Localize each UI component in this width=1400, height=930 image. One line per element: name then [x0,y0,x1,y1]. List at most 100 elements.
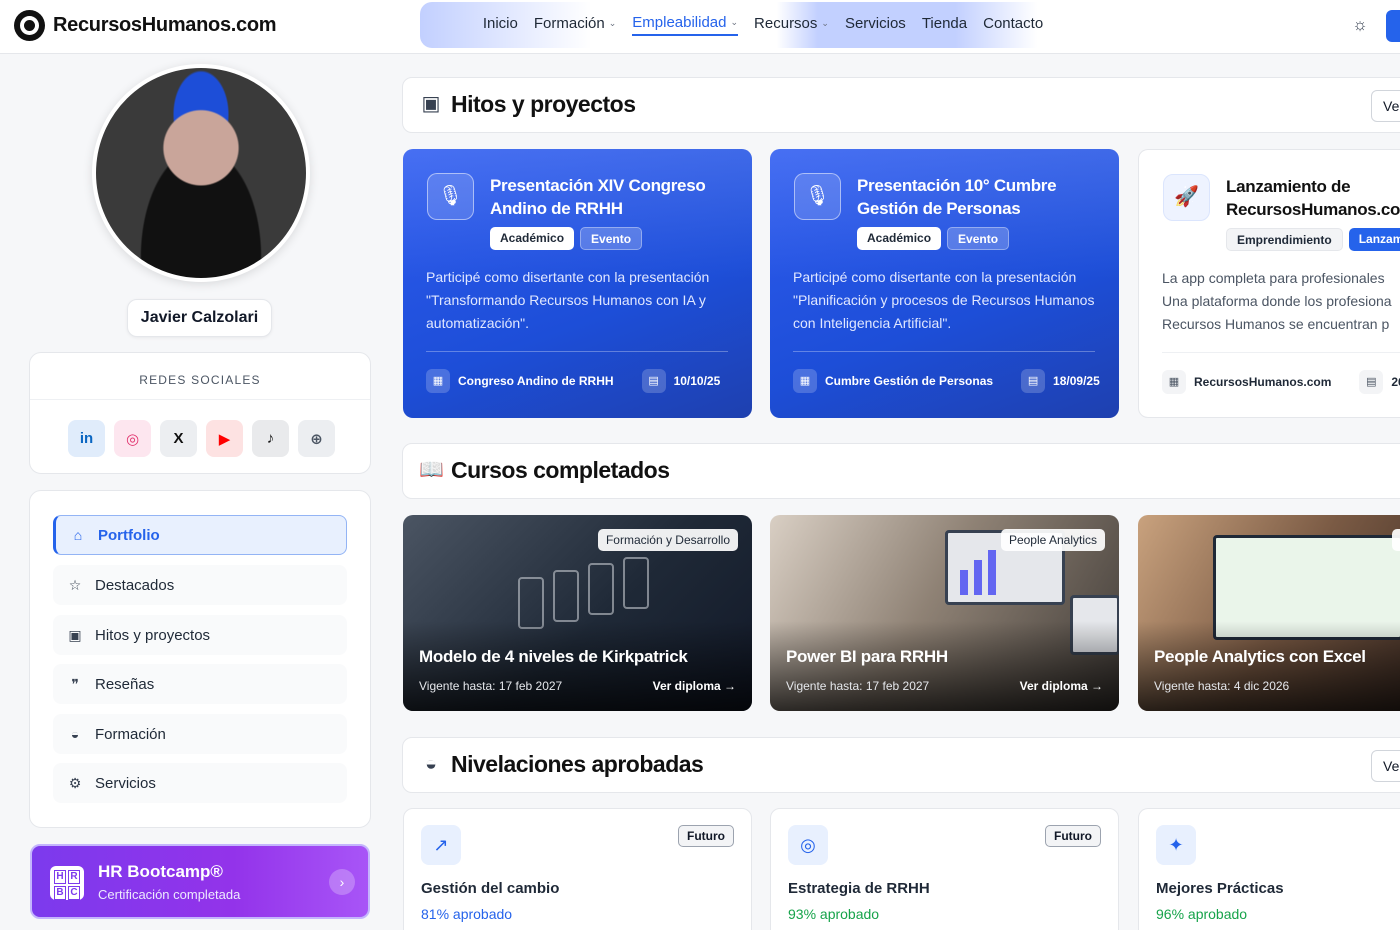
graduation-cap-icon: ◒ [424,753,438,775]
chevron-right-icon[interactable]: › [329,869,355,895]
level-card[interactable]: ✦ Mejores Prácticas 96% aprobado [1138,808,1400,930]
milestone-title: Presentación XIV Congreso Andino de RRHH [490,176,706,218]
logo-letter: B [54,886,66,900]
view-diploma-link[interactable]: Ver diploma → [1020,679,1103,693]
hr-bootcamp-banner[interactable]: H R B C HR Bootcamp® Certificación compl… [30,844,370,919]
bootcamp-logo-icon: H R B C [50,866,84,900]
social-title: REDES SOCIALES [139,373,261,387]
microphone-icon: 🎙 [427,173,474,220]
menu-label: Reseñas [95,675,155,693]
milestone-date: 10/10/25 [673,374,721,388]
view-diploma-link[interactable]: Ver diploma → [653,679,736,693]
building-icon: ▦ [793,369,817,393]
header-cta-button[interactable] [1386,10,1400,42]
menu-label: Hitos y proyectos [95,626,211,644]
milestone-tags: Emprendimiento Lanzam [1226,228,1400,251]
globe-icon[interactable]: ⊕ [298,420,335,457]
menu-item-resenas[interactable]: ❞ Reseñas [53,664,347,704]
sparkles-icon: ✦ [1156,825,1196,865]
linkedin-icon[interactable]: in [68,420,105,457]
social-links: in ◎ X ▶ ♪ ⊕ [68,420,335,457]
menu-item-hitos[interactable]: ▣ Hitos y proyectos [53,615,347,655]
divider [30,399,370,400]
top-header: RecursosHumanos.com Inicio Formación ⌄ Em… [0,0,1400,54]
milestone-description: Participé como disertante con la present… [793,269,1095,331]
nav-label: Empleabilidad [632,14,727,31]
section-header-cursos: 📖 Cursos completados [402,443,1400,499]
level-score: 93% aprobado [788,906,880,922]
nav-contacto[interactable]: Contacto [983,15,1043,35]
brand-name: RecursosHumanos.com [53,14,277,36]
menu-item-destacados[interactable]: ☆ Destacados [53,565,347,605]
milestone-date: 26/ [1391,375,1400,389]
youtube-icon[interactable]: ▶ [206,420,243,457]
milestone-footer: ▦ Cumbre Gestión de Personas ▤ 18/09/25 [793,369,1100,393]
menu-label: Destacados [95,576,175,594]
nav-formacion[interactable]: Formación ⌄ [534,15,616,35]
menu-item-portfolio[interactable]: ⌂ Portfolio [53,515,347,555]
level-card[interactable]: ↗ Futuro Gestión del cambio 81% aprobado [403,808,752,930]
milestone-card[interactable]: 🎙 Presentación 10° Cumbre Gestión de Per… [770,149,1119,418]
nav-empleabilidad[interactable]: Empleabilidad ⌄ [632,14,739,36]
checklist-illustration [518,577,544,629]
quote-icon: ❞ [71,675,79,692]
menu-item-formacion[interactable]: ◒ Formación [53,714,347,754]
section-header-nivelaciones: ◒ Nivelaciones aprobadas Ve [402,737,1400,793]
menu-item-servicios[interactable]: ⚙ Servicios [53,763,347,803]
course-card[interactable]: People Analytics Power BI para RRHH Vige… [770,515,1119,711]
calendar-icon: ▤ [1359,370,1384,394]
nav-label: Recursos [754,15,818,32]
nav-tienda[interactable]: Tienda [922,15,967,35]
chart-bar-illustration [988,550,996,595]
logo-mark-icon [14,10,45,41]
nav-label: Servicios [844,15,906,32]
course-card[interactable]: Peop People Analytics con Excel Vigente … [1138,515,1400,711]
instagram-icon[interactable]: ◎ [114,420,151,457]
description-line: Recursos Humanos se encuentran p [1162,316,1390,332]
chart-bar-illustration [974,560,982,595]
course-card[interactable]: Formación y Desarrollo Modelo de 4 nivel… [403,515,752,711]
nav-label: Formación [533,15,605,32]
tag: Académico [857,227,942,250]
course-validity: Vigente hasta: 4 dic 2026 [1154,679,1290,693]
level-score: 96% aprobado [1156,906,1248,922]
view-all-button[interactable]: Ve [1371,90,1400,122]
sun-icon[interactable]: ☼ [1350,15,1370,35]
nav-recursos[interactable]: Recursos ⌄ [754,15,829,35]
nav-servicios[interactable]: Servicios [845,15,906,35]
divider [1162,352,1400,353]
trending-up-icon: ↗ [421,825,461,865]
main-nav: Inicio Formación ⌄ Empleabilidad ⌄ Recurso… [420,2,1106,48]
tag: Emprendimiento [1226,228,1343,251]
milestone-tags: Académico Evento [490,227,643,250]
menu-label: Portfolio [98,526,160,544]
x-icon[interactable]: X [160,420,197,457]
section-title: Cursos completados [451,457,670,483]
description-line: La app completa para profesionales [1162,270,1385,286]
level-title: Gestión del cambio [421,880,560,897]
milestone-date: 18/09/25 [1053,374,1100,388]
nav-inicio[interactable]: Inicio [483,15,518,35]
social-card: REDES SOCIALES in ◎ X ▶ ♪ ⊕ [29,352,371,474]
milestone-card[interactable]: 🚀 Lanzamiento de RecursosHumanos.com Emp… [1138,149,1400,418]
nav-label: Inicio [482,15,518,32]
section-title: Hitos y proyectos [451,91,636,117]
brand-logo[interactable]: RecursosHumanos.com [14,10,277,41]
home-icon: ⌂ [73,527,83,543]
monitor-illustration [1070,595,1119,655]
chevron-down-icon: ⌄ [608,18,617,28]
tiktok-icon[interactable]: ♪ [252,420,289,457]
milestone-description: La app completa para profesionales Una p… [1162,267,1400,336]
view-all-button[interactable]: Ve [1371,750,1400,782]
divider [793,351,1095,352]
spreadsheet-illustration [1213,535,1400,640]
profile-name: Javier Calzolari [127,299,272,337]
tag: Evento [947,227,1010,250]
nav-label: Tienda [921,15,968,32]
tag: Académico [490,227,575,250]
open-book-icon: 📖 [419,459,444,481]
level-badge: Futuro [678,825,734,847]
level-card[interactable]: ◎ Futuro Estrategia de RRHH 93% aprobado [770,808,1119,930]
milestone-card[interactable]: 🎙 Presentación XIV Congreso Andino de RR… [403,149,752,418]
checklist-illustration [553,570,579,622]
